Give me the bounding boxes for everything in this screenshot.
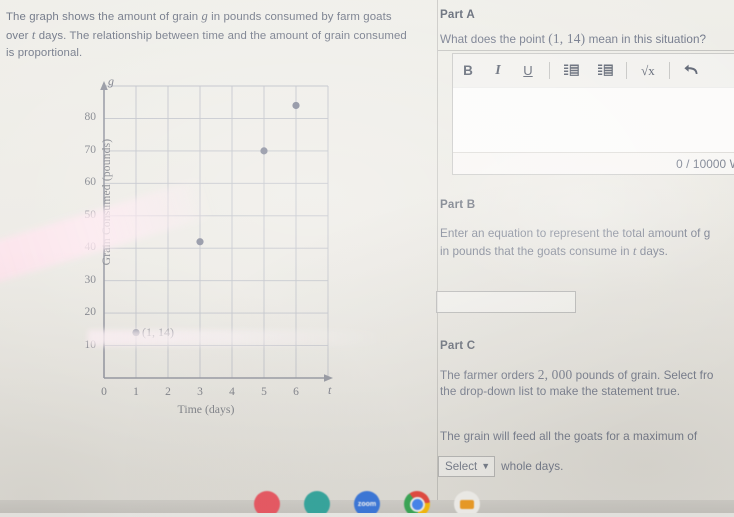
part-c-statement-row: Select ▼ whole days. bbox=[438, 456, 563, 477]
chevron-down-icon: ▼ bbox=[481, 461, 491, 471]
x-tick-6: 6 bbox=[293, 386, 299, 398]
part-a-question-point: (1, 14) bbox=[548, 31, 586, 46]
part-b-equation-input[interactable] bbox=[436, 291, 576, 313]
part-c-text-2: pounds of grain. Select fro bbox=[572, 369, 714, 382]
x-tick-0: 0 bbox=[101, 386, 107, 398]
files-inner-shape bbox=[460, 499, 474, 509]
indent-decrease-icon[interactable] bbox=[590, 58, 620, 84]
taskbar-bottom-edge bbox=[0, 513, 734, 517]
chart-axes bbox=[100, 81, 333, 382]
x-axis-title: Time (days) bbox=[177, 402, 235, 416]
y-axis-variable-label: g bbox=[108, 74, 114, 88]
part-b-instruction-line-2: in pounds that the goats consume in t da… bbox=[440, 242, 734, 261]
chart-svg bbox=[100, 81, 333, 382]
prompt-var-t: t bbox=[31, 27, 36, 42]
indent-increase-glyph bbox=[563, 64, 579, 76]
part-c-amount: 2, 000 bbox=[537, 367, 573, 382]
part-b-text-3: days. bbox=[636, 245, 668, 258]
y-tick-20: 20 bbox=[84, 306, 97, 319]
y-tick-60: 60 bbox=[84, 176, 97, 189]
part-c-instruction-line-1: The farmer orders 2, 000 pounds of grain… bbox=[440, 366, 734, 385]
zoom-app-label: zoom bbox=[357, 500, 377, 508]
y-tick-50: 50 bbox=[84, 208, 97, 221]
part-a-rich-text-editor[interactable]: B I U √x 0 / 10000 bbox=[452, 53, 734, 175]
bold-icon[interactable]: B bbox=[453, 58, 483, 84]
x-axis-variable-label: t bbox=[328, 383, 332, 397]
right-panel: Part A What does the point (1, 14) mean … bbox=[436, 0, 734, 500]
toolbar-separator-3 bbox=[669, 62, 670, 79]
part-a-rule bbox=[438, 50, 734, 51]
part-c-instruction-line-2: the drop-down list to make the statement… bbox=[440, 385, 681, 398]
data-point bbox=[260, 147, 268, 155]
x-tick-3: 3 bbox=[197, 386, 203, 398]
part-b-text-1: Enter an equation to represent the total… bbox=[440, 227, 711, 240]
part-b-text-2: in pounds that the goats consume in bbox=[440, 245, 633, 258]
left-panel: The graph shows the amount of grain g in… bbox=[0, 0, 437, 500]
data-point bbox=[292, 101, 300, 110]
select-dropdown-label: Select bbox=[445, 460, 478, 473]
grain-consumption-scatter-chart: g t 10 20 30 40 50 60 70 80 0 1 2 3 4 5 6 Grain Consu… bbox=[82, 74, 342, 416]
part-b-instruction-line-1: Enter an equation to represent the total… bbox=[440, 225, 734, 243]
part-c-select-dropdown[interactable]: Select ▼ bbox=[438, 456, 496, 477]
undo-arrow-glyph bbox=[683, 64, 697, 74]
square-root-icon[interactable]: √x bbox=[633, 58, 663, 84]
data-point bbox=[196, 238, 204, 246]
data-point bbox=[132, 328, 140, 337]
part-b-heading: Part B bbox=[440, 198, 476, 211]
y-tick-80: 80 bbox=[84, 111, 97, 124]
y-tick-30: 30 bbox=[84, 273, 97, 286]
toolbar-separator-1 bbox=[549, 62, 550, 79]
prompt-text-1: The graph shows the amount of grain bbox=[6, 11, 202, 23]
chrome-inner-dot bbox=[409, 496, 425, 512]
redo-icon[interactable] bbox=[728, 58, 734, 84]
y-tick-40: 40 bbox=[84, 241, 97, 254]
part-a-question-text-2: mean in this situation? bbox=[585, 33, 707, 46]
part-c-statement-suffix: whole days. bbox=[501, 459, 564, 473]
x-tick-1: 1 bbox=[133, 386, 139, 398]
part-a-question: What does the point (1, 14) mean in this… bbox=[440, 30, 734, 49]
data-point-annotation: (1, 14) bbox=[142, 324, 174, 339]
part-c-text-1: The farmer orders bbox=[440, 369, 538, 382]
x-tick-5: 5 bbox=[261, 386, 267, 398]
part-c-heading: Part C bbox=[440, 339, 476, 352]
part-a-answer-textarea[interactable] bbox=[453, 87, 734, 152]
x-tick-2: 2 bbox=[165, 386, 171, 398]
screenshot-root: The graph shows the amount of grain g in… bbox=[0, 0, 734, 517]
part-a-heading: Part A bbox=[440, 8, 475, 21]
problem-prompt: The graph shows the amount of grain g in… bbox=[6, 8, 416, 63]
x-tick-4: 4 bbox=[229, 386, 235, 398]
underline-icon[interactable]: U bbox=[513, 58, 543, 84]
y-tick-70: 70 bbox=[84, 143, 97, 156]
panel-divider bbox=[437, 0, 438, 500]
indent-increase-icon[interactable] bbox=[556, 58, 586, 84]
toolbar-separator-2 bbox=[626, 62, 627, 79]
part-a-question-text-1: What does the point bbox=[440, 33, 549, 46]
y-axis-title: Grain Consumed (pounds) bbox=[101, 138, 113, 266]
indent-decrease-glyph bbox=[597, 64, 613, 76]
y-tick-10: 10 bbox=[84, 338, 97, 351]
part-a-word-count: 0 / 10000 Word L bbox=[453, 152, 734, 174]
part-c-statement-prefix: The grain will feed all the goats for a … bbox=[440, 430, 698, 443]
chart-data-points bbox=[132, 101, 300, 337]
italic-icon[interactable]: I bbox=[483, 58, 513, 84]
editor-toolbar: B I U √x bbox=[453, 54, 734, 88]
prompt-text-4: proportional. bbox=[17, 47, 83, 59]
undo-icon[interactable] bbox=[676, 58, 706, 84]
